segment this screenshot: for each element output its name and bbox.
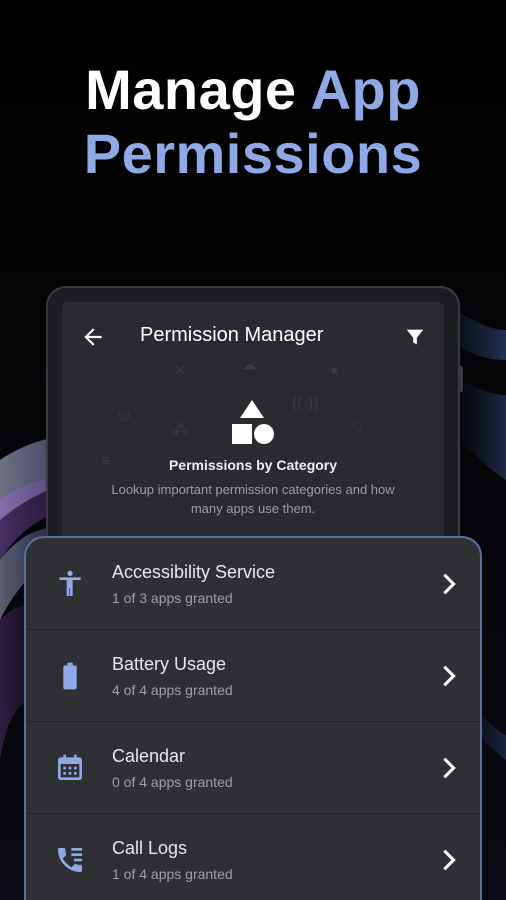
calendar-icon [58, 754, 82, 780]
list-item-call-logs[interactable]: Call Logs 1 of 4 apps granted [26, 814, 480, 900]
list-item-label: Calendar [112, 746, 186, 766]
permissions-list: Accessibility Service 1 of 3 apps grante… [24, 536, 482, 900]
headline: Manage App Permissions [0, 58, 506, 186]
list-item-subtitle: 0 of 4 apps granted [112, 774, 233, 790]
call-log-icon [58, 848, 82, 872]
list-item-subtitle: 1 of 3 apps granted [112, 590, 233, 606]
chevron-right-icon [443, 665, 456, 687]
decor-icon: ☁ [242, 356, 256, 372]
decor-icon: ☺ [350, 418, 365, 434]
decor-icon: ⁂ [172, 420, 190, 440]
chevron-right-icon [443, 757, 456, 779]
battery-icon [63, 662, 77, 690]
list-item-accessibility[interactable]: Accessibility Service 1 of 3 apps grante… [26, 538, 480, 630]
list-item-label: Call Logs [112, 838, 188, 858]
headline-manage: Manage [85, 58, 297, 121]
decor-icon: ● [330, 362, 339, 378]
list-item-subtitle: 4 of 4 apps granted [112, 682, 233, 698]
hero-title: Permissions by Category [168, 457, 338, 473]
accessibility-icon [59, 570, 81, 596]
shapes-icon [232, 400, 274, 444]
decor-icon: ((·)) [292, 394, 319, 411]
list-item-subtitle: 1 of 4 apps granted [112, 866, 233, 882]
decor-icon: ◎ [118, 406, 131, 422]
chevron-right-icon [443, 573, 456, 595]
headline-permissions: Permissions [83, 122, 423, 185]
back-button[interactable] [80, 324, 106, 350]
decor-icon: ✕ [174, 362, 186, 378]
filter-button[interactable] [404, 326, 426, 348]
arrow-left-icon [84, 328, 102, 346]
app-title: Permission Manager [140, 324, 324, 346]
headline-app: App [310, 58, 421, 121]
list-item-label: Battery Usage [112, 654, 227, 674]
list-item-battery[interactable]: Battery Usage 4 of 4 apps granted [26, 630, 480, 722]
list-item-calendar[interactable]: Calendar 0 of 4 apps granted [26, 722, 480, 814]
hero-description: Lookup important permission categories a… [111, 482, 395, 516]
list-item-label: Accessibility Service [112, 562, 276, 582]
filter-icon [406, 329, 424, 345]
chevron-right-icon [443, 849, 456, 871]
